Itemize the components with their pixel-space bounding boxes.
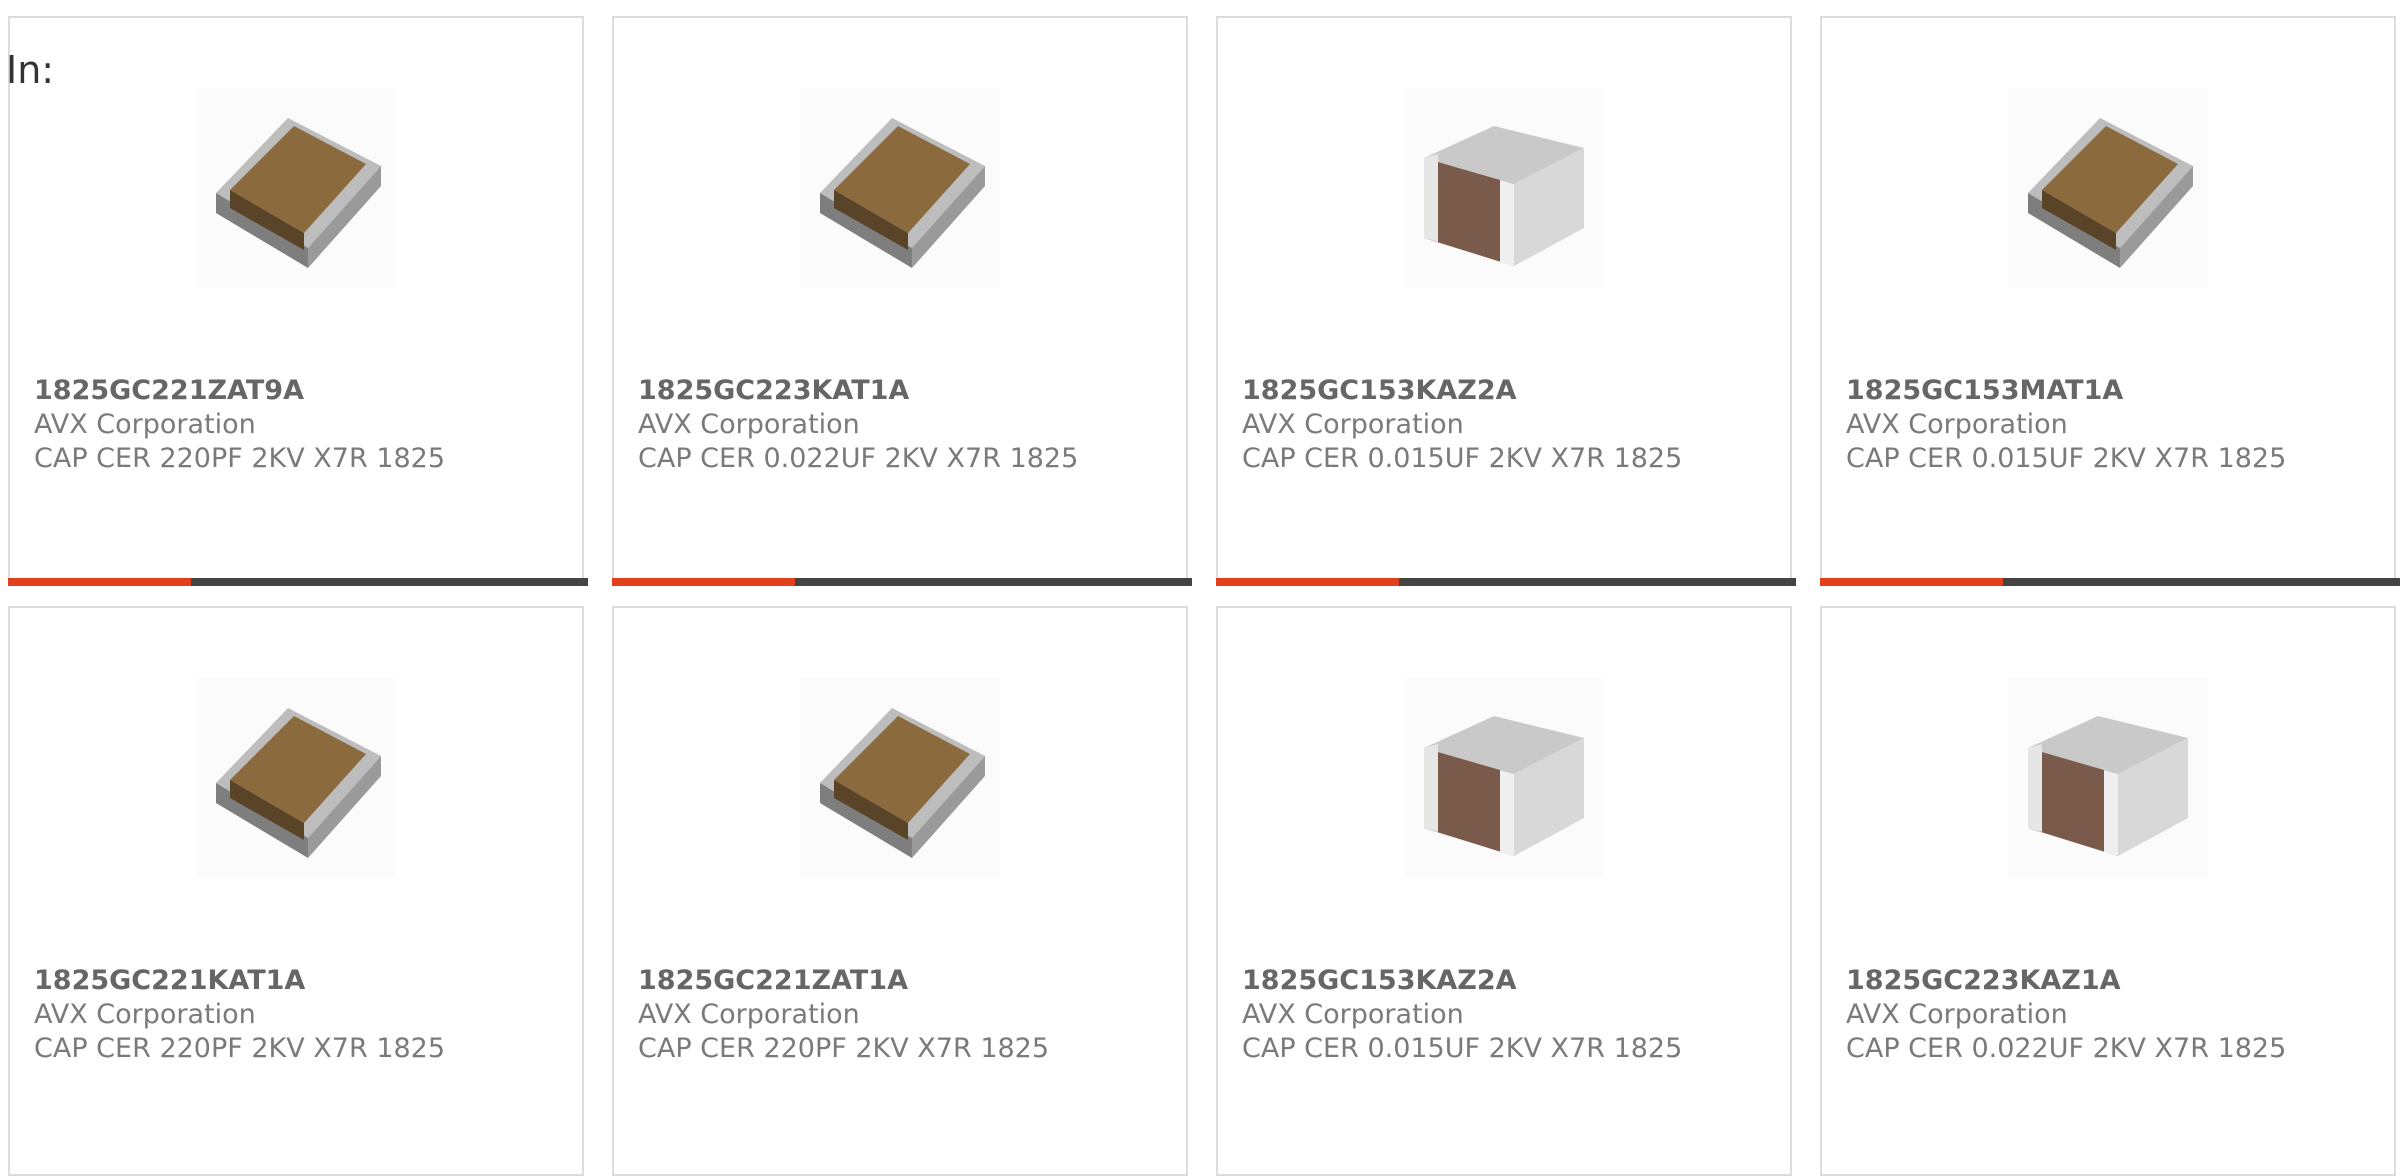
product-description: CAP CER 0.015UF 2KV X7R 1825 bbox=[1242, 1033, 1683, 1064]
box-capacitor-chip-icon bbox=[1404, 88, 1604, 288]
product-card[interactable]: 1825GC223KAZ1A AVX Corporation CAP CER 0… bbox=[1820, 606, 2396, 1176]
manufacturer-name: AVX Corporation bbox=[1242, 999, 1464, 1030]
card-progress-bar bbox=[612, 578, 1192, 586]
box-capacitor-chip-icon bbox=[2008, 678, 2208, 878]
box-capacitor-chip-icon bbox=[1404, 678, 1604, 878]
card-progress-bar bbox=[1820, 578, 2400, 586]
product-card[interactable]: 1825GC153KAZ2A AVX Corporation CAP CER 0… bbox=[1216, 606, 1792, 1176]
part-number[interactable]: 1825GC153KAZ2A bbox=[1242, 964, 1517, 998]
card-progress-fill bbox=[1216, 578, 1399, 586]
manufacturer-name: AVX Corporation bbox=[34, 409, 256, 440]
part-number[interactable]: 1825GC153KAZ2A bbox=[1242, 374, 1517, 408]
product-description: CAP CER 0.022UF 2KV X7R 1825 bbox=[638, 443, 1079, 474]
flat-capacitor-chip-icon bbox=[800, 678, 1000, 878]
flat-capacitor-chip-icon bbox=[196, 678, 396, 878]
part-number[interactable]: 1825GC153MAT1A bbox=[1846, 374, 2123, 408]
card-progress-bar bbox=[8, 578, 588, 586]
card-progress-fill bbox=[612, 578, 795, 586]
product-description: CAP CER 0.015UF 2KV X7R 1825 bbox=[1846, 443, 2287, 474]
product-card[interactable]: 1825GC223KAT1A AVX Corporation CAP CER 0… bbox=[612, 16, 1192, 586]
product-description: CAP CER 220PF 2KV X7R 1825 bbox=[34, 1033, 446, 1064]
part-number[interactable]: 1825GC223KAZ1A bbox=[1846, 964, 2121, 998]
product-description: CAP CER 220PF 2KV X7R 1825 bbox=[34, 443, 446, 474]
manufacturer-name: AVX Corporation bbox=[34, 999, 256, 1030]
product-description: CAP CER 0.015UF 2KV X7R 1825 bbox=[1242, 443, 1683, 474]
product-card[interactable]: 1825GC221ZAT9A AVX Corporation CAP CER 2… bbox=[8, 16, 588, 586]
product-description: CAP CER 0.022UF 2KV X7R 1825 bbox=[1846, 1033, 2287, 1064]
part-number[interactable]: 1825GC221ZAT1A bbox=[638, 964, 908, 998]
flat-capacitor-chip-icon bbox=[196, 88, 396, 288]
manufacturer-name: AVX Corporation bbox=[1846, 999, 2068, 1030]
part-number[interactable]: 1825GC223KAT1A bbox=[638, 374, 909, 408]
manufacturer-name: AVX Corporation bbox=[1242, 409, 1464, 440]
card-progress-fill bbox=[8, 578, 191, 586]
manufacturer-name: AVX Corporation bbox=[1846, 409, 2068, 440]
product-description: CAP CER 220PF 2KV X7R 1825 bbox=[638, 1033, 1050, 1064]
in-label: In: bbox=[6, 48, 55, 92]
manufacturer-name: AVX Corporation bbox=[638, 999, 860, 1030]
product-card[interactable]: 1825GC221ZAT1A AVX Corporation CAP CER 2… bbox=[612, 606, 1188, 1176]
product-card[interactable]: 1825GC153MAT1A AVX Corporation CAP CER 0… bbox=[1820, 16, 2400, 586]
part-number[interactable]: 1825GC221KAT1A bbox=[34, 964, 305, 998]
product-card[interactable]: 1825GC221KAT1A AVX Corporation CAP CER 2… bbox=[8, 606, 584, 1176]
product-grid: 1825GC221ZAT9A AVX Corporation CAP CER 2… bbox=[0, 0, 2400, 1176]
part-number[interactable]: 1825GC221ZAT9A bbox=[34, 374, 304, 408]
product-card[interactable]: 1825GC153KAZ2A AVX Corporation CAP CER 0… bbox=[1216, 16, 1796, 586]
card-progress-fill bbox=[1820, 578, 2003, 586]
card-progress-bar bbox=[1216, 578, 1796, 586]
flat-capacitor-chip-icon bbox=[2008, 88, 2208, 288]
flat-capacitor-chip-icon bbox=[800, 88, 1000, 288]
manufacturer-name: AVX Corporation bbox=[638, 409, 860, 440]
